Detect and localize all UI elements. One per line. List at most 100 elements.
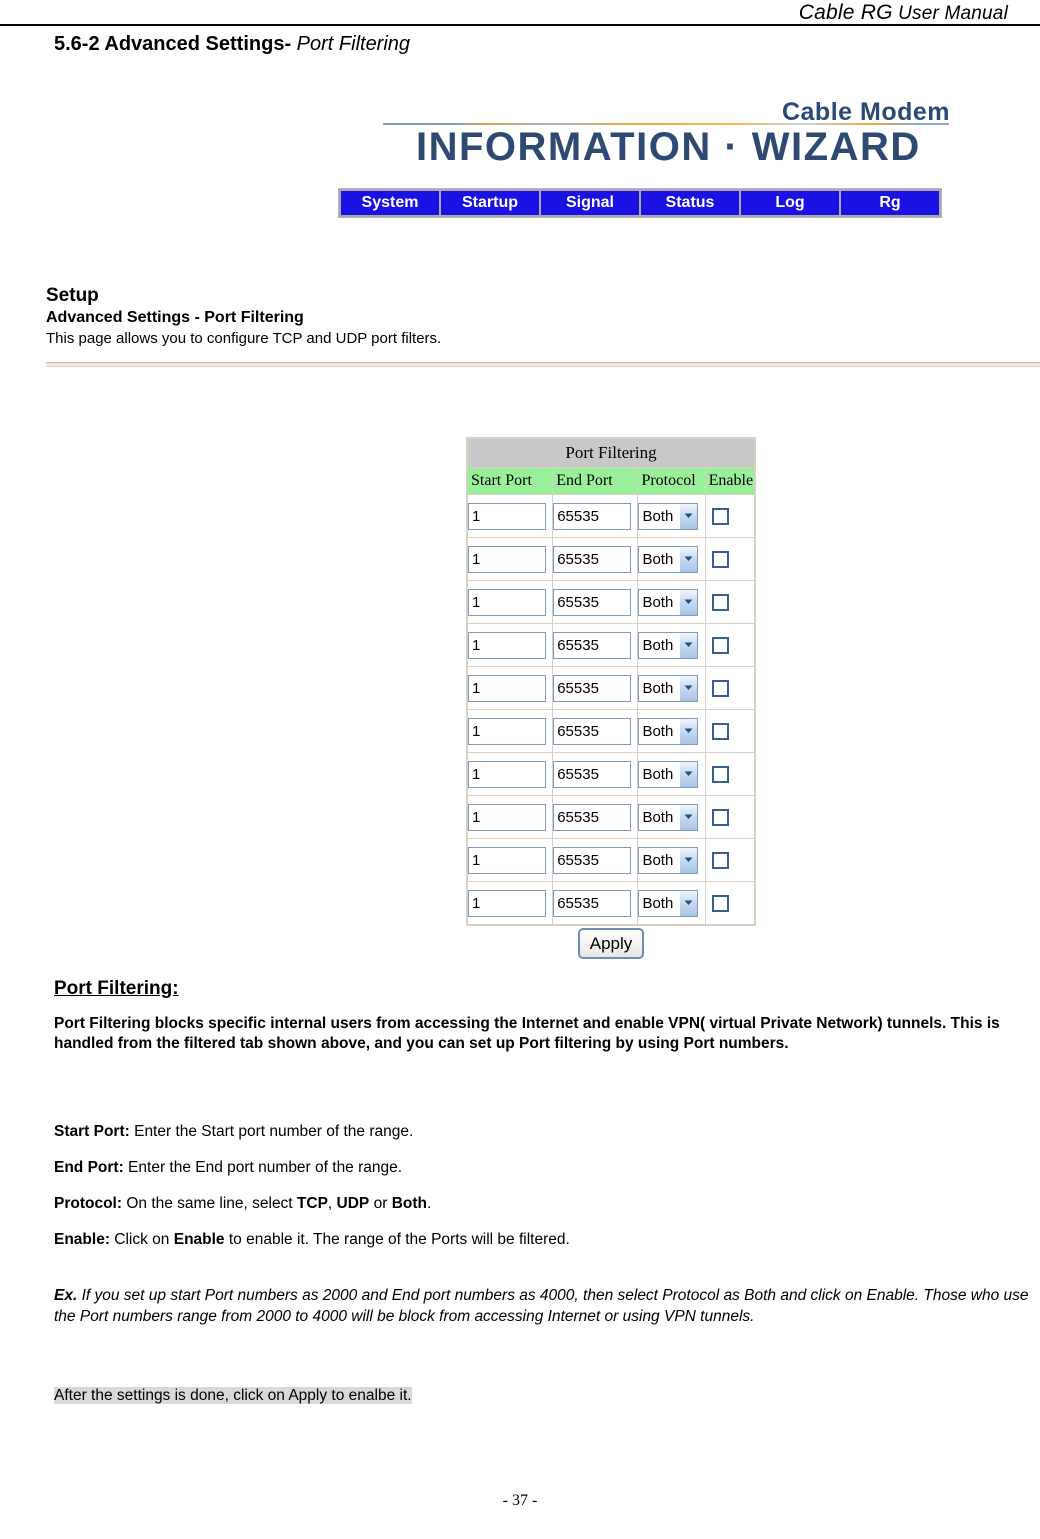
cell-protocol: Both (637, 623, 706, 667)
start-port-input[interactable]: 1 (468, 846, 546, 874)
start-port-input[interactable]: 1 (468, 760, 546, 788)
cell-start-port: 1 (466, 752, 554, 796)
column-header-end-port: End Port (552, 467, 639, 495)
chevron-down-icon (679, 804, 698, 830)
enable-checkbox[interactable] (711, 550, 729, 568)
protocol-select[interactable]: Both (638, 889, 699, 917)
nav-tab-system[interactable]: System (341, 191, 439, 215)
enable-checkbox[interactable] (711, 808, 729, 826)
start-port-input[interactable]: 1 (468, 631, 546, 659)
table-row: 1 65535 Both (466, 580, 756, 624)
setup-description: This page allows you to configure TCP an… (46, 330, 442, 347)
cell-end-port: 65535 (552, 666, 639, 710)
cell-start-port: 1 (466, 580, 554, 624)
cell-protocol: Both (637, 494, 706, 538)
cell-protocol: Both (637, 580, 706, 624)
cell-start-port: 1 (466, 709, 554, 753)
end-port-input[interactable]: 65535 (553, 631, 632, 659)
field-text-end-port: Enter the End port number of the range. (123, 1159, 403, 1176)
protocol-select[interactable]: Both (638, 502, 699, 530)
field-text-protocol-1: On the same line, select (122, 1195, 297, 1212)
enable-checkbox[interactable] (711, 722, 729, 740)
cell-end-port: 65535 (552, 580, 639, 624)
cell-enable (704, 580, 756, 624)
protocol-select[interactable]: Both (638, 545, 699, 573)
table-caption: Port Filtering (466, 437, 756, 468)
field-value-udp: UDP (336, 1195, 370, 1212)
port-filtering-panel: Port Filtering Start Port End Port Proto… (466, 437, 756, 926)
cell-end-port: 65535 (552, 795, 639, 839)
start-port-input[interactable]: 1 (468, 674, 546, 702)
main-navigation: System Startup Signal Status Log Rg (338, 188, 942, 218)
cell-protocol: Both (637, 881, 706, 926)
nav-tab-status[interactable]: Status (641, 191, 739, 215)
cell-end-port: 65535 (552, 494, 639, 538)
enable-checkbox[interactable] (711, 851, 729, 869)
end-port-input[interactable]: 65535 (553, 674, 632, 702)
end-port-input[interactable]: 65535 (553, 889, 632, 917)
protocol-select-value: Both (642, 507, 674, 525)
cell-enable (704, 795, 756, 839)
nav-tab-rg[interactable]: Rg (841, 191, 939, 215)
cell-start-port: 1 (466, 795, 554, 839)
cell-protocol: Both (637, 709, 706, 753)
nav-tab-startup[interactable]: Startup (441, 191, 539, 215)
protocol-select[interactable]: Both (638, 631, 699, 659)
end-port-input[interactable]: 65535 (553, 846, 632, 874)
cell-end-port: 65535 (552, 709, 639, 753)
end-port-input[interactable]: 65535 (553, 760, 632, 788)
protocol-select[interactable]: Both (638, 588, 699, 616)
field-description-protocol: Protocol: On the same line, select TCP, … (54, 1193, 1014, 1214)
final-note-text: After the settings is done, click on App… (54, 1387, 412, 1404)
chevron-down-icon (679, 546, 698, 572)
end-port-input[interactable]: 65535 (553, 545, 632, 573)
manual-brand: Cable RG (798, 1, 893, 24)
protocol-select[interactable]: Both (638, 846, 699, 874)
end-port-input[interactable]: 65535 (553, 717, 632, 745)
cell-enable (704, 666, 756, 710)
protocol-select[interactable]: Both (638, 803, 699, 831)
enable-checkbox[interactable] (711, 636, 729, 654)
table-row: 1 65535 Both (466, 494, 756, 538)
end-port-input[interactable]: 65535 (553, 803, 632, 831)
cell-start-port: 1 (466, 494, 554, 538)
nav-tab-log[interactable]: Log (741, 191, 839, 215)
enable-checkbox[interactable] (711, 507, 729, 525)
enable-checkbox[interactable] (711, 894, 729, 912)
column-header-start-port: Start Port (466, 467, 554, 495)
start-port-input[interactable]: 1 (468, 889, 546, 917)
protocol-select-value: Both (642, 765, 674, 783)
cell-enable (704, 623, 756, 667)
start-port-input[interactable]: 1 (468, 803, 546, 831)
end-port-input[interactable]: 65535 (553, 502, 632, 530)
start-port-input[interactable]: 1 (468, 502, 546, 530)
table-row: 1 65535 Both (466, 709, 756, 753)
enable-checkbox[interactable] (711, 593, 729, 611)
chevron-down-icon (679, 632, 698, 658)
start-port-input[interactable]: 1 (468, 717, 546, 745)
nav-tab-signal[interactable]: Signal (541, 191, 639, 215)
enable-checkbox[interactable] (711, 679, 729, 697)
setup-block: Setup Advanced Settings - Port Filtering… (46, 284, 1006, 349)
protocol-select[interactable]: Both (638, 674, 699, 702)
field-description-start-port: Start Port: Enter the Start port number … (54, 1121, 1014, 1142)
chevron-down-icon (679, 589, 698, 615)
cell-end-port: 65535 (552, 881, 639, 926)
cell-end-port: 65535 (552, 537, 639, 581)
cell-end-port: 65535 (552, 752, 639, 796)
chevron-down-icon (679, 847, 698, 873)
cell-enable (704, 881, 756, 926)
start-port-input[interactable]: 1 (468, 545, 546, 573)
protocol-select[interactable]: Both (638, 760, 699, 788)
end-port-input[interactable]: 65535 (553, 588, 632, 616)
cell-end-port: 65535 (552, 623, 639, 667)
field-text-protocol-2: , (327, 1195, 337, 1212)
field-label-enable: Enable: (54, 1231, 110, 1248)
start-port-input[interactable]: 1 (468, 588, 546, 616)
enable-checkbox[interactable] (711, 765, 729, 783)
protocol-select[interactable]: Both (638, 717, 699, 745)
example-label: Ex. (54, 1287, 78, 1304)
field-value-tcp: TCP (296, 1195, 328, 1212)
apply-button[interactable]: Apply (577, 928, 645, 959)
cell-protocol: Both (637, 537, 706, 581)
